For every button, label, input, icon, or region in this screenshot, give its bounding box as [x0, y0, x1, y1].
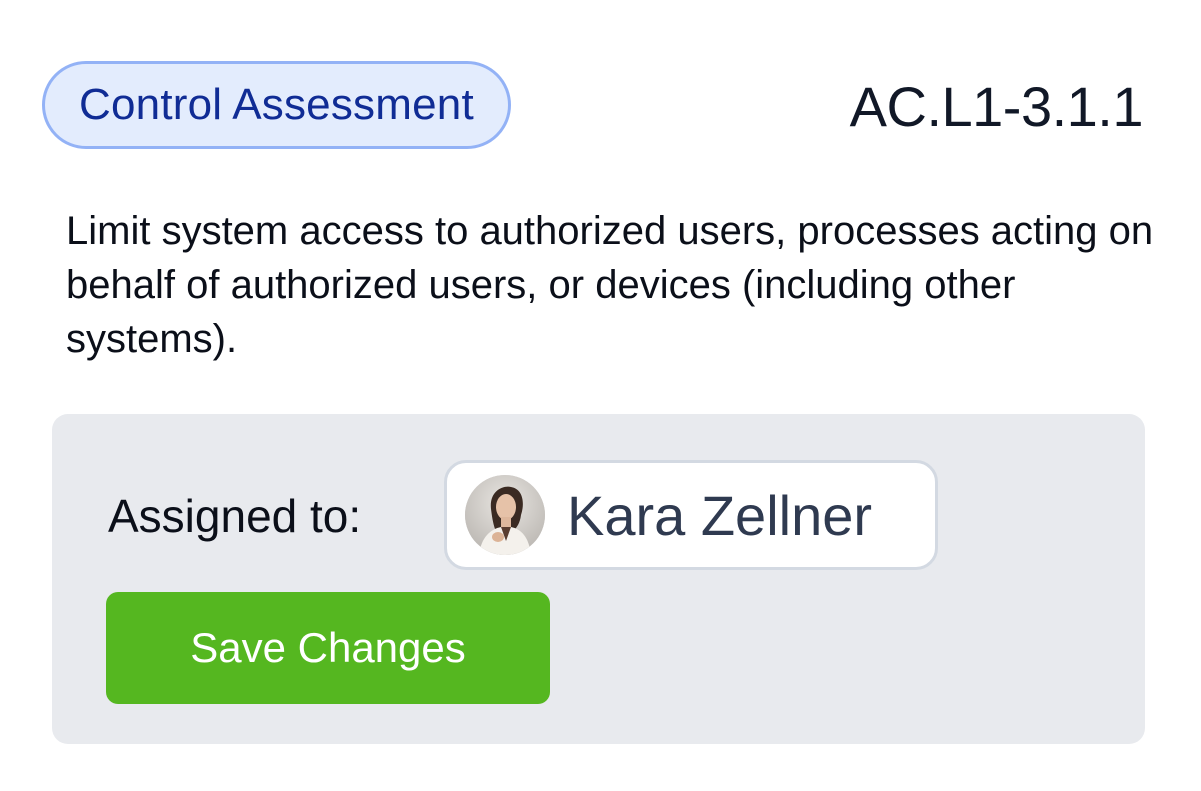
control-id: AC.L1-3.1.1: [849, 74, 1144, 138]
user-avatar-icon: [465, 475, 545, 555]
assignee-selector[interactable]: Kara Zellner: [444, 460, 938, 570]
save-changes-button[interactable]: Save Changes: [106, 592, 550, 704]
control-assessment-card: Control Assessment AC.L1-3.1.1 Limit sys…: [0, 0, 1201, 791]
control-assessment-badge: Control Assessment: [42, 61, 511, 149]
control-description: Limit system access to authorized users,…: [66, 209, 1154, 361]
assignment-panel: Assigned to: Kara Zellner Save Changes: [52, 414, 1145, 744]
assignee-name: Kara Zellner: [567, 483, 873, 547]
avatar: [465, 475, 545, 555]
assigned-to-label: Assigned to:: [108, 490, 362, 542]
